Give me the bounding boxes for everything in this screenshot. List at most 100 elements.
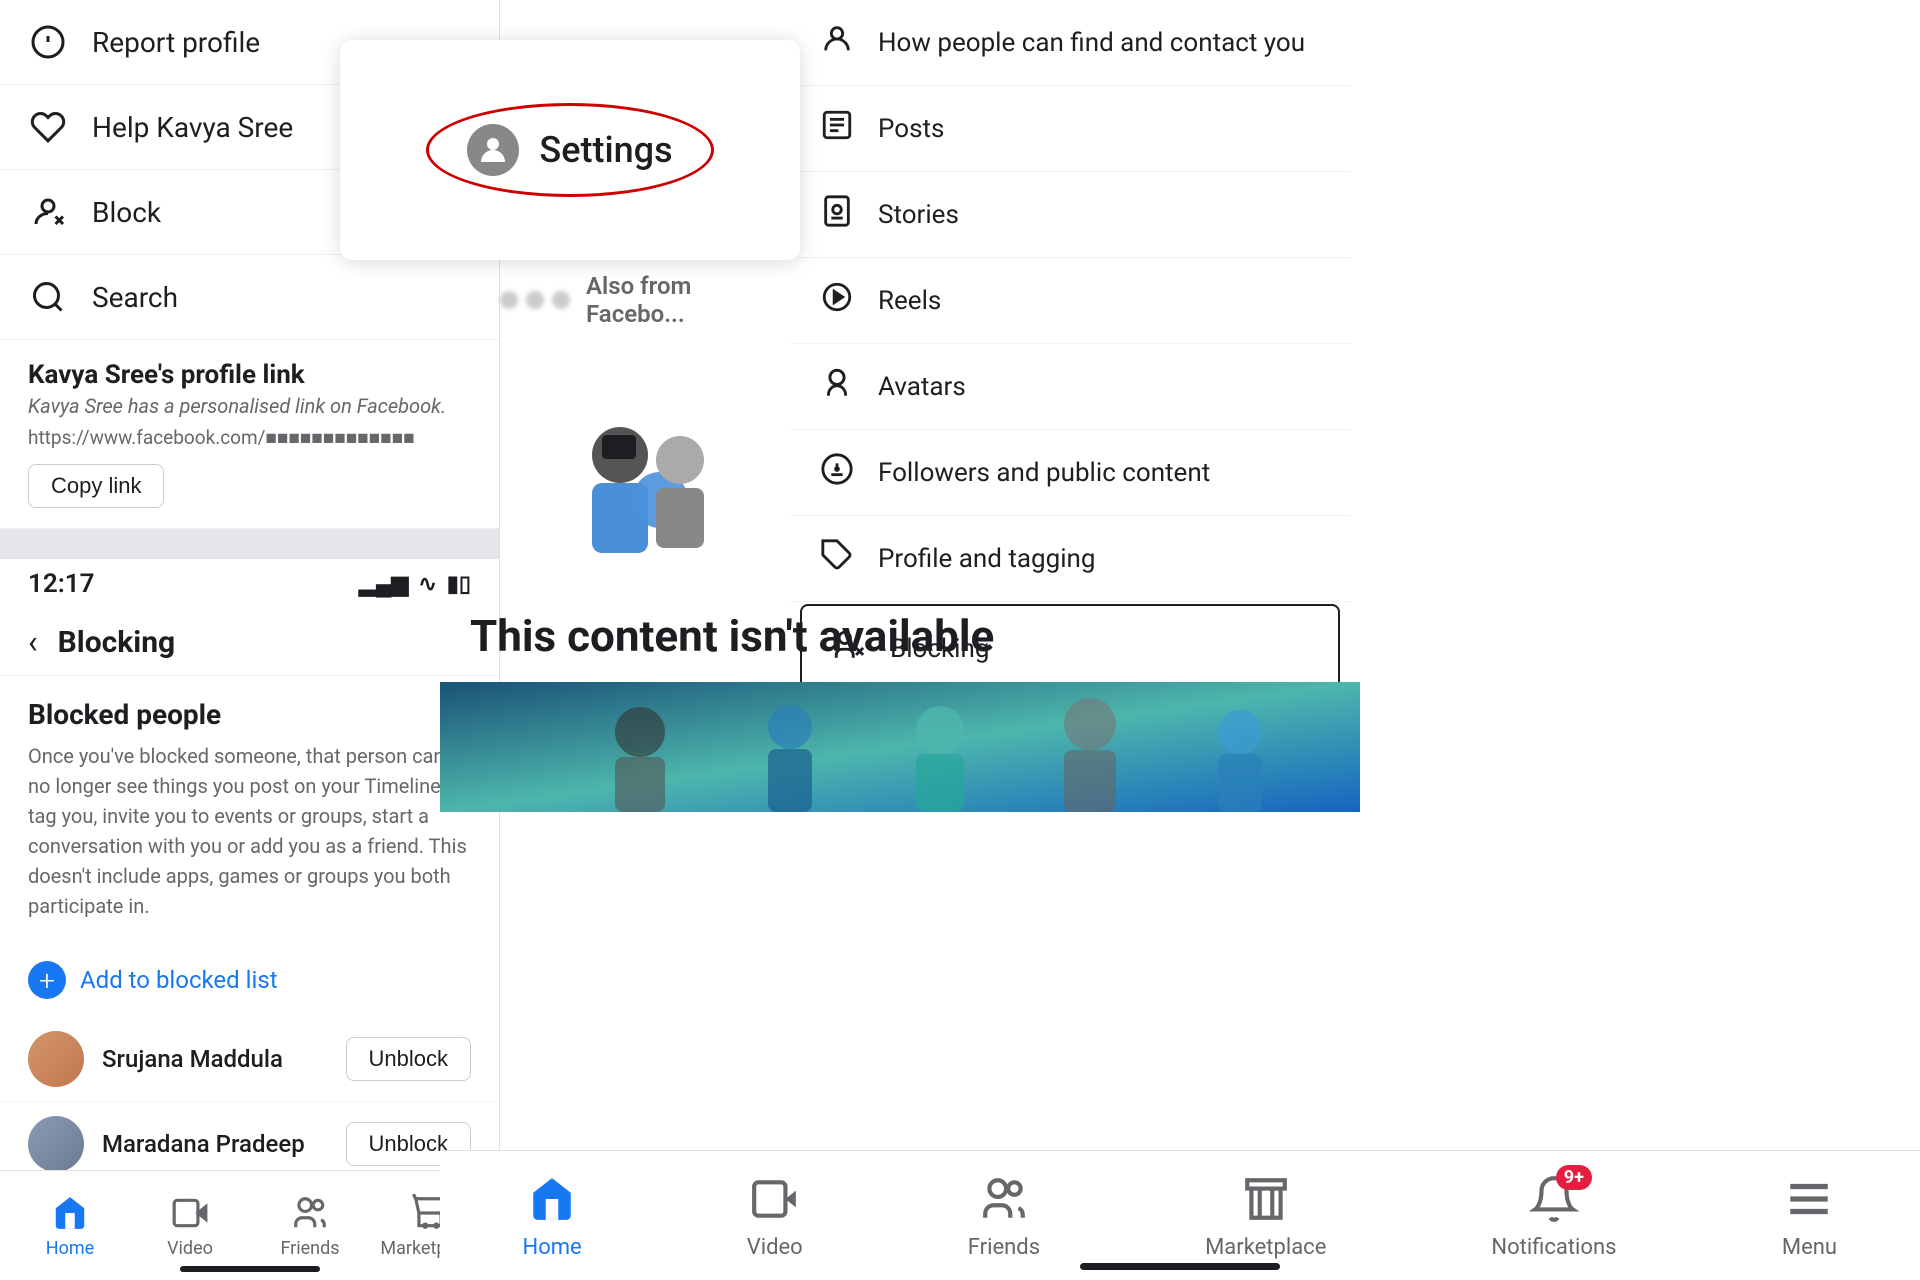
desktop-nav-home[interactable]: Home <box>523 1171 582 1260</box>
posts-label: Posts <box>878 114 944 144</box>
desktop-nav-friends[interactable]: Friends <box>968 1171 1040 1260</box>
help-kavya-label: Help Kavya Sree <box>92 111 293 144</box>
mobile-bottom-nav: Home Video Friends Marketplace <box>0 1170 500 1280</box>
blurred-dot-2 <box>526 291 544 309</box>
nav-friends[interactable]: Friends <box>250 1192 370 1259</box>
profile-link-url: https://www.facebook.com/■■■■■■■■■■■■■ <box>28 426 471 450</box>
status-bar: 12:17 ▂▄▆ ∿ ▮▯ <box>0 559 499 609</box>
how-people-icon <box>820 22 854 63</box>
stories-settings-item[interactable]: Stories <box>790 172 1350 258</box>
followers-settings-item[interactable]: Followers and public content <box>790 430 1350 516</box>
user-avatar-1 <box>28 1031 84 1087</box>
avatars-icon <box>820 366 854 407</box>
followers-icon <box>820 452 854 493</box>
also-from-text: Also from Facebo... <box>586 272 790 328</box>
reels-settings-item[interactable]: Reels <box>790 258 1350 344</box>
profile-tagging-label: Profile and tagging <box>878 544 1096 574</box>
nav-video[interactable]: Video <box>130 1192 250 1259</box>
how-people-label: How people can find and contact you <box>878 28 1305 58</box>
unblock-button-1[interactable]: Unblock <box>346 1037 471 1081</box>
profile-link-title: Kavya Sree's profile link <box>28 360 471 390</box>
blocked-people-description: Once you've blocked someone, that person… <box>28 741 471 921</box>
stories-icon <box>820 194 854 235</box>
reels-icon <box>820 280 854 321</box>
desktop-menu-icon <box>1781 1171 1837 1227</box>
blocked-people-section: Blocked people Once you've blocked someo… <box>0 676 499 943</box>
friends-nav-label: Friends <box>280 1238 339 1259</box>
blocking-illustration <box>540 400 780 600</box>
stories-label: Stories <box>878 200 959 230</box>
desktop-home-label: Home <box>523 1235 582 1260</box>
desktop-nav-marketplace[interactable]: Marketplace <box>1205 1171 1326 1260</box>
desktop-marketplace-icon <box>1238 1171 1294 1227</box>
clock: 12:17 <box>28 569 95 599</box>
back-button[interactable]: ‹ <box>28 623 38 661</box>
friends-nav-icon <box>289 1192 331 1234</box>
blurred-dot-3 <box>552 291 570 309</box>
posts-settings-item[interactable]: Posts <box>790 86 1350 172</box>
settings-overlay-card: Settings <box>340 40 800 260</box>
add-blocked-label: Add to blocked list <box>80 966 278 994</box>
posts-icon <box>820 108 854 149</box>
reels-label: Reels <box>878 286 941 316</box>
search-label: Search <box>92 281 178 314</box>
add-icon: + <box>28 961 66 999</box>
signal-icon: ▂▄▆ <box>359 571 408 597</box>
separator-bar <box>0 529 499 559</box>
video-nav-icon <box>169 1192 211 1234</box>
unavailable-image <box>440 682 1360 812</box>
blurred-dots <box>500 291 570 309</box>
desktop-notifications-icon: 9+ <box>1526 1171 1582 1227</box>
nav-home[interactable]: Home <box>10 1192 130 1259</box>
also-from-section: Also from Facebo... <box>500 270 790 330</box>
desktop-video-label: Video <box>747 1235 803 1260</box>
settings-label: Settings <box>539 129 672 171</box>
heart-icon <box>28 107 68 147</box>
add-blocked-list-button[interactable]: + Add to blocked list <box>0 943 499 1017</box>
content-unavailable-section: This content isn't available <box>440 590 1360 812</box>
block-label: Block <box>92 196 161 229</box>
block-icon <box>28 192 68 232</box>
desktop-nav-notifications[interactable]: 9+ Notifications <box>1491 1171 1616 1260</box>
search-item[interactable]: Search <box>0 255 499 340</box>
wifi-icon: ∿ <box>418 572 436 597</box>
blurred-dot-1 <box>500 291 518 309</box>
desktop-friends-label: Friends <box>968 1235 1040 1260</box>
desktop-menu-label: Menu <box>1782 1235 1837 1260</box>
desktop-marketplace-label: Marketplace <box>1205 1235 1326 1260</box>
followers-label: Followers and public content <box>878 458 1210 488</box>
user-name-1: Srujana Maddula <box>102 1045 328 1073</box>
video-nav-label: Video <box>167 1238 213 1259</box>
avatars-settings-item[interactable]: Avatars <box>790 344 1350 430</box>
home-indicator <box>180 1266 320 1272</box>
desktop-bottom-nav: Home Video Friends <box>440 1150 1920 1280</box>
search-icon <box>28 277 68 317</box>
report-profile-label: Report profile <box>92 26 260 59</box>
user-avatar-2 <box>28 1116 84 1172</box>
blocked-people-title: Blocked people <box>28 698 471 731</box>
profile-link-subtitle: Kavya Sree has a personalised link on Fa… <box>28 394 471 418</box>
settings-oval: Settings <box>426 103 713 197</box>
blocking-page-title: Blocking <box>58 625 176 660</box>
settings-avatar-icon <box>467 124 519 176</box>
desktop-nav-video[interactable]: Video <box>747 1171 803 1260</box>
desktop-nav-menu[interactable]: Menu <box>1781 1171 1837 1260</box>
settings-menu-panel: How people can find and contact you Post… <box>790 0 1350 600</box>
user-name-2: Maradana Pradeep <box>102 1130 328 1158</box>
notifications-badge: 9+ <box>1556 1165 1592 1190</box>
report-icon <box>28 22 68 62</box>
copy-link-button[interactable]: Copy link <box>28 464 164 508</box>
unavailable-title: This content isn't available <box>440 590 1360 682</box>
home-bar-indicator <box>1080 1263 1280 1270</box>
blocking-header: ‹ Blocking <box>0 609 499 676</box>
profile-tagging-icon <box>820 538 854 579</box>
avatars-label: Avatars <box>878 372 966 402</box>
desktop-home-icon <box>524 1171 580 1227</box>
profile-link-section: Kavya Sree's profile link Kavya Sree has… <box>0 340 499 529</box>
desktop-friends-icon <box>976 1171 1032 1227</box>
home-nav-label: Home <box>46 1238 94 1259</box>
blocked-user-row-1: Srujana Maddula Unblock <box>0 1017 499 1102</box>
desktop-notifications-label: Notifications <box>1491 1235 1616 1260</box>
home-nav-icon <box>49 1192 91 1234</box>
how-people-item[interactable]: How people can find and contact you <box>790 0 1350 86</box>
